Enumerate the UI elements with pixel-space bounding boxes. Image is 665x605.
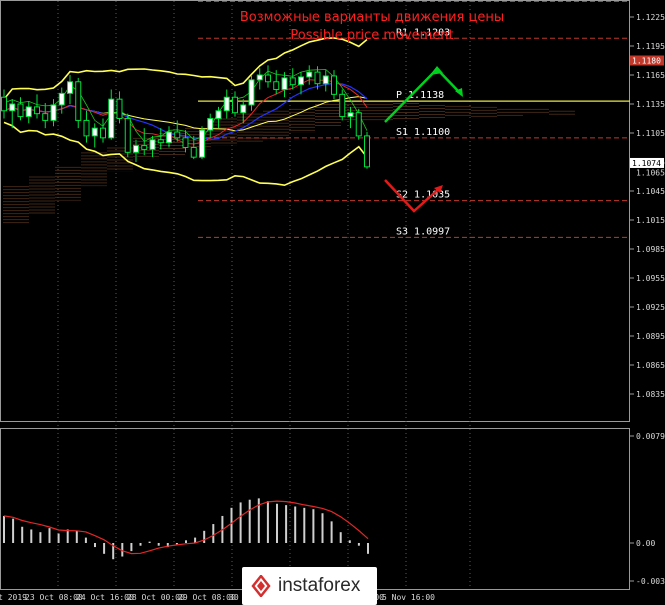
price-tick-label: 1.1165 <box>636 71 665 80</box>
title-english: Possible price movement <box>290 28 453 43</box>
candle-bear <box>75 81 82 121</box>
time-tick-label: 29 Oct 08:00 <box>178 593 236 602</box>
instaforex-wordmark: instaforex <box>278 575 361 596</box>
price-chart: R2 1.1241R1 1.1203P 1.1138S1 1.1100S2 1.… <box>0 0 665 602</box>
price-tick-label: 1.0955 <box>636 274 665 283</box>
price-tick-label: 1.1195 <box>636 42 665 51</box>
candle-bull <box>25 106 32 118</box>
candle-bull <box>306 71 313 78</box>
price-axis: 1.12251.11951.11651.11351.11051.10751.10… <box>630 13 665 399</box>
price-tick-label: 1.1105 <box>636 129 665 138</box>
price-tick-label: 1.0985 <box>636 245 665 254</box>
instaforex-logo: instaforex <box>242 567 377 605</box>
candle-bear <box>331 75 337 95</box>
price-extra-label: 1.1065 <box>636 169 665 178</box>
candle-bull <box>281 77 288 91</box>
price-marker-label: 1.1180 <box>632 57 661 66</box>
time-tick-label: 21 Oct 2019 <box>0 593 27 602</box>
time-tick-label: 24 Oct 16:00 <box>76 593 134 602</box>
indicator-lines <box>3 37 368 187</box>
candle-bull <box>166 131 172 144</box>
candle-bull <box>207 118 214 131</box>
candle-bear <box>157 139 164 144</box>
price-tick-label: 1.1015 <box>636 216 665 225</box>
candle-bull <box>58 92 65 106</box>
candle-bear <box>289 77 296 86</box>
candle-bear <box>314 71 321 85</box>
main-panel-frame <box>0 0 630 422</box>
candle-bear <box>83 119 90 137</box>
candle-bull <box>347 112 354 118</box>
candlesticks <box>1 65 370 169</box>
candle-bull <box>133 145 139 153</box>
candle-bear <box>182 137 189 148</box>
time-tick-label: 23 Oct 08:00 <box>25 593 83 602</box>
candle-bear <box>232 96 238 114</box>
candle-bear <box>42 113 49 121</box>
pivot-label: P 1.1138 <box>396 90 444 101</box>
macd-tick-label: 0.00791 <box>636 432 665 441</box>
pivot-label: R2 1.1241 <box>396 0 450 2</box>
macd-panel-frame <box>0 428 630 590</box>
candle-bull <box>215 110 222 120</box>
candle-bear <box>17 103 24 118</box>
ichimoku-cloud <box>3 101 575 225</box>
candle-bull <box>322 75 329 85</box>
candle-bull <box>149 139 156 150</box>
candle-bull <box>256 74 263 81</box>
instaforex-mark-icon <box>250 573 272 599</box>
price-tick-label: 1.1135 <box>636 100 665 109</box>
candle-bear <box>265 74 271 83</box>
candle-bear <box>124 118 131 153</box>
candle-bear <box>174 131 181 139</box>
pivot-label: S3 1.0997 <box>396 226 450 237</box>
price-tick-label: 1.0925 <box>636 303 665 312</box>
time-tick-label: 5 Nov 16:00 <box>382 593 435 602</box>
candle-bull <box>91 127 98 137</box>
pivot-label: S1 1.1100 <box>396 127 450 138</box>
price-tick-label: 1.0835 <box>636 390 665 399</box>
candle-bear <box>141 145 148 150</box>
candle-bull <box>108 98 115 139</box>
bollinger-upper <box>3 37 368 100</box>
price-tick-label: 1.1225 <box>636 13 665 22</box>
candle-bull <box>9 103 16 112</box>
candle-bull <box>223 96 230 112</box>
candle-bull <box>298 76 304 86</box>
candle-bear <box>34 106 40 115</box>
candle-bear <box>339 93 346 118</box>
macd-axis: 0.00791 0.00 -0.00318 <box>630 432 665 586</box>
price-tick-label: 1.0895 <box>636 332 665 341</box>
candle-bear <box>273 81 280 91</box>
price-tick-label: 1.0865 <box>636 361 665 370</box>
title-russian: Возможные варианты движения цены <box>240 10 504 25</box>
price-tick-label: 1.1045 <box>636 187 665 196</box>
candle-bear <box>116 98 123 119</box>
candle-bear <box>355 112 362 137</box>
macd-tick-label: -0.00318 <box>636 577 665 586</box>
macd-histogram <box>3 498 369 560</box>
price-marker-label: 1.1074 <box>632 159 661 168</box>
candle-bear <box>190 147 197 158</box>
candle-bull <box>240 104 247 114</box>
candle-bull <box>67 81 73 94</box>
candle-bear <box>364 135 370 168</box>
macd-tick-label: 0.00 <box>636 539 655 548</box>
candle-bear <box>1 96 7 112</box>
candle-bear <box>100 127 106 139</box>
candle-bull <box>199 129 205 158</box>
candle-bull <box>248 79 255 106</box>
time-tick-label: 28 Oct 00:00 <box>127 593 185 602</box>
candle-bull <box>50 104 57 121</box>
